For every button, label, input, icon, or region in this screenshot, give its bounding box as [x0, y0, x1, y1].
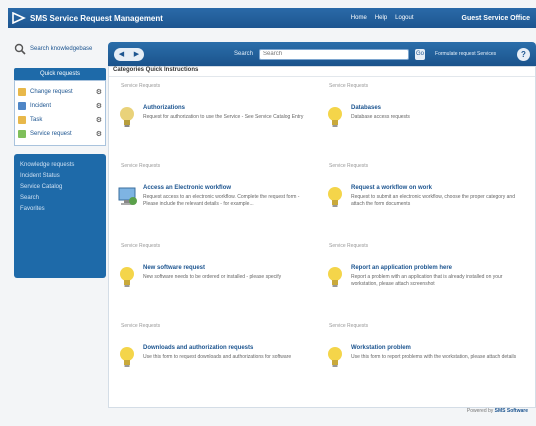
request-type-icon [18, 88, 26, 96]
app-title: SMS Service Request Management [30, 13, 163, 23]
app-logo[interactable]: SMS Service Request Management [8, 12, 163, 24]
content-heading: Categories Quick Instructions [109, 67, 535, 77]
card-category: Service Requests [121, 243, 161, 249]
advanced-search-link[interactable]: Formulate request Services [435, 51, 496, 57]
card-title-link[interactable]: New software request [143, 265, 205, 271]
card-description: Request to submit an electronic workflow… [351, 194, 515, 207]
quick-request-item[interactable]: Task ⚙ [18, 113, 102, 127]
card-title-link[interactable]: Downloads and authorization requests [143, 345, 253, 351]
gear-icon[interactable]: ⚙ [96, 116, 102, 124]
footer-prefix: Powered by [466, 408, 494, 414]
search-go-button[interactable]: Go [415, 48, 426, 60]
quick-request-item[interactable]: Change request ⚙ [18, 85, 102, 99]
card-category: Service Requests [329, 83, 369, 89]
sidebar-nav-item[interactable]: Service Catalog [20, 182, 100, 193]
card-title-link[interactable]: Authorizations [143, 105, 185, 111]
user-name: Guest Service Office [461, 14, 530, 22]
history-buttons: ◀ ▶ [114, 47, 144, 61]
sidebar-nav: Knowledge requests Incident Status Service… [14, 154, 106, 278]
category-card: Service Requests Authorizations Request fo… [113, 83, 313, 155]
category-card: Service Requests Databases Database access… [321, 83, 521, 155]
search-label: Search [234, 51, 254, 57]
search-knowledgebase-link[interactable]: Search knowledgebase [14, 42, 106, 56]
category-card: Service Requests Workstation problem Use t… [321, 323, 521, 395]
card-description: Use this form to report problems with th… [351, 354, 517, 360]
help-link[interactable]: Help [375, 15, 387, 21]
lightbulb-icon [325, 345, 345, 371]
category-card: Service Requests Request a workflow on wo… [321, 163, 521, 235]
search-icon [14, 43, 26, 55]
lightbulb-icon [325, 265, 345, 291]
card-description: Report a problem with an application tha… [351, 274, 503, 287]
quick-request-label: Incident [30, 103, 52, 109]
sidebar: Search knowledgebase Quick requests Chan… [14, 42, 106, 278]
card-title-link[interactable]: Access an Electronic workflow [143, 185, 231, 191]
forward-button[interactable]: ▶ [134, 50, 139, 58]
quick-requests-title: Quick requests [14, 68, 106, 80]
back-button[interactable]: ◀ [119, 50, 124, 58]
request-type-icon [18, 130, 26, 138]
search-link-label: Search knowledgebase [30, 46, 93, 52]
card-category: Service Requests [121, 163, 161, 169]
top-links: Home Help Logout [351, 15, 462, 21]
lightbulb-icon [325, 105, 345, 131]
card-title-link[interactable]: Workstation problem [351, 345, 411, 351]
request-type-icon [18, 116, 26, 124]
lightbulb-icon [117, 345, 137, 371]
card-category: Service Requests [329, 243, 369, 249]
lightbulb-icon [117, 265, 137, 291]
card-category: Service Requests [121, 83, 161, 89]
gear-icon[interactable]: ⚙ [96, 88, 102, 96]
category-card: Service Requests Access an Electronic wor… [113, 163, 313, 235]
footer-brand[interactable]: SMS Software [495, 408, 528, 414]
lightbulb-icon [117, 105, 137, 131]
category-card: Service Requests Report an application pr… [321, 243, 521, 315]
sidebar-nav-item[interactable]: Knowledge requests [20, 160, 100, 171]
card-description: Request for authorization to use the Ser… [143, 114, 304, 120]
gear-icon[interactable]: ⚙ [96, 130, 102, 138]
sidebar-nav-item[interactable]: Favorites [20, 204, 100, 215]
sidebar-nav-item[interactable]: Search [20, 193, 100, 204]
top-bar: SMS Service Request Management Home Help… [8, 8, 536, 28]
card-category: Service Requests [121, 323, 161, 329]
card-category: Service Requests [329, 323, 369, 329]
help-button[interactable]: ? [517, 47, 530, 61]
category-card: Service Requests New software request New … [113, 243, 313, 315]
lightbulb-icon [325, 185, 345, 211]
quick-requests-panel: Change request ⚙ Incident ⚙ Task ⚙ Service req… [14, 80, 106, 146]
request-type-icon [18, 102, 26, 110]
card-description: Request access to an electronic workflow… [143, 194, 300, 207]
card-description: Use this form to request downloads and a… [143, 354, 292, 360]
quick-request-item[interactable]: Service request ⚙ [18, 127, 102, 141]
card-description: Database access requests [351, 114, 410, 120]
quick-request-label: Task [30, 117, 43, 123]
card-category: Service Requests [329, 163, 369, 169]
quick-request-label: Service request [30, 131, 72, 137]
footer: Powered by SMS Software [467, 408, 528, 414]
card-title-link[interactable]: Report an application problem here [351, 265, 452, 271]
card-title-link[interactable]: Databases [351, 105, 381, 111]
main-area: ◀ ▶ Search Go Formulate request Services… [108, 42, 536, 408]
category-card: Service Requests Downloads and authorizat… [113, 323, 313, 395]
quick-request-label: Change request [30, 89, 73, 95]
computer-icon [117, 185, 139, 211]
home-link[interactable]: Home [351, 15, 367, 21]
toolbar: ◀ ▶ Search Go Formulate request Services… [108, 42, 536, 66]
card-title-link[interactable]: Request a workflow on work [351, 185, 432, 191]
play-arrow-icon [12, 12, 26, 24]
search-input[interactable] [259, 48, 410, 60]
gear-icon[interactable]: ⚙ [96, 102, 102, 110]
card-description: New software needs to be ordered or inst… [143, 274, 282, 280]
sidebar-nav-item[interactable]: Incident Status [20, 171, 100, 182]
quick-request-item[interactable]: Incident ⚙ [18, 99, 102, 113]
content-panel: Categories Quick Instructions Service Re… [108, 66, 536, 408]
logout-link[interactable]: Logout [395, 15, 413, 21]
